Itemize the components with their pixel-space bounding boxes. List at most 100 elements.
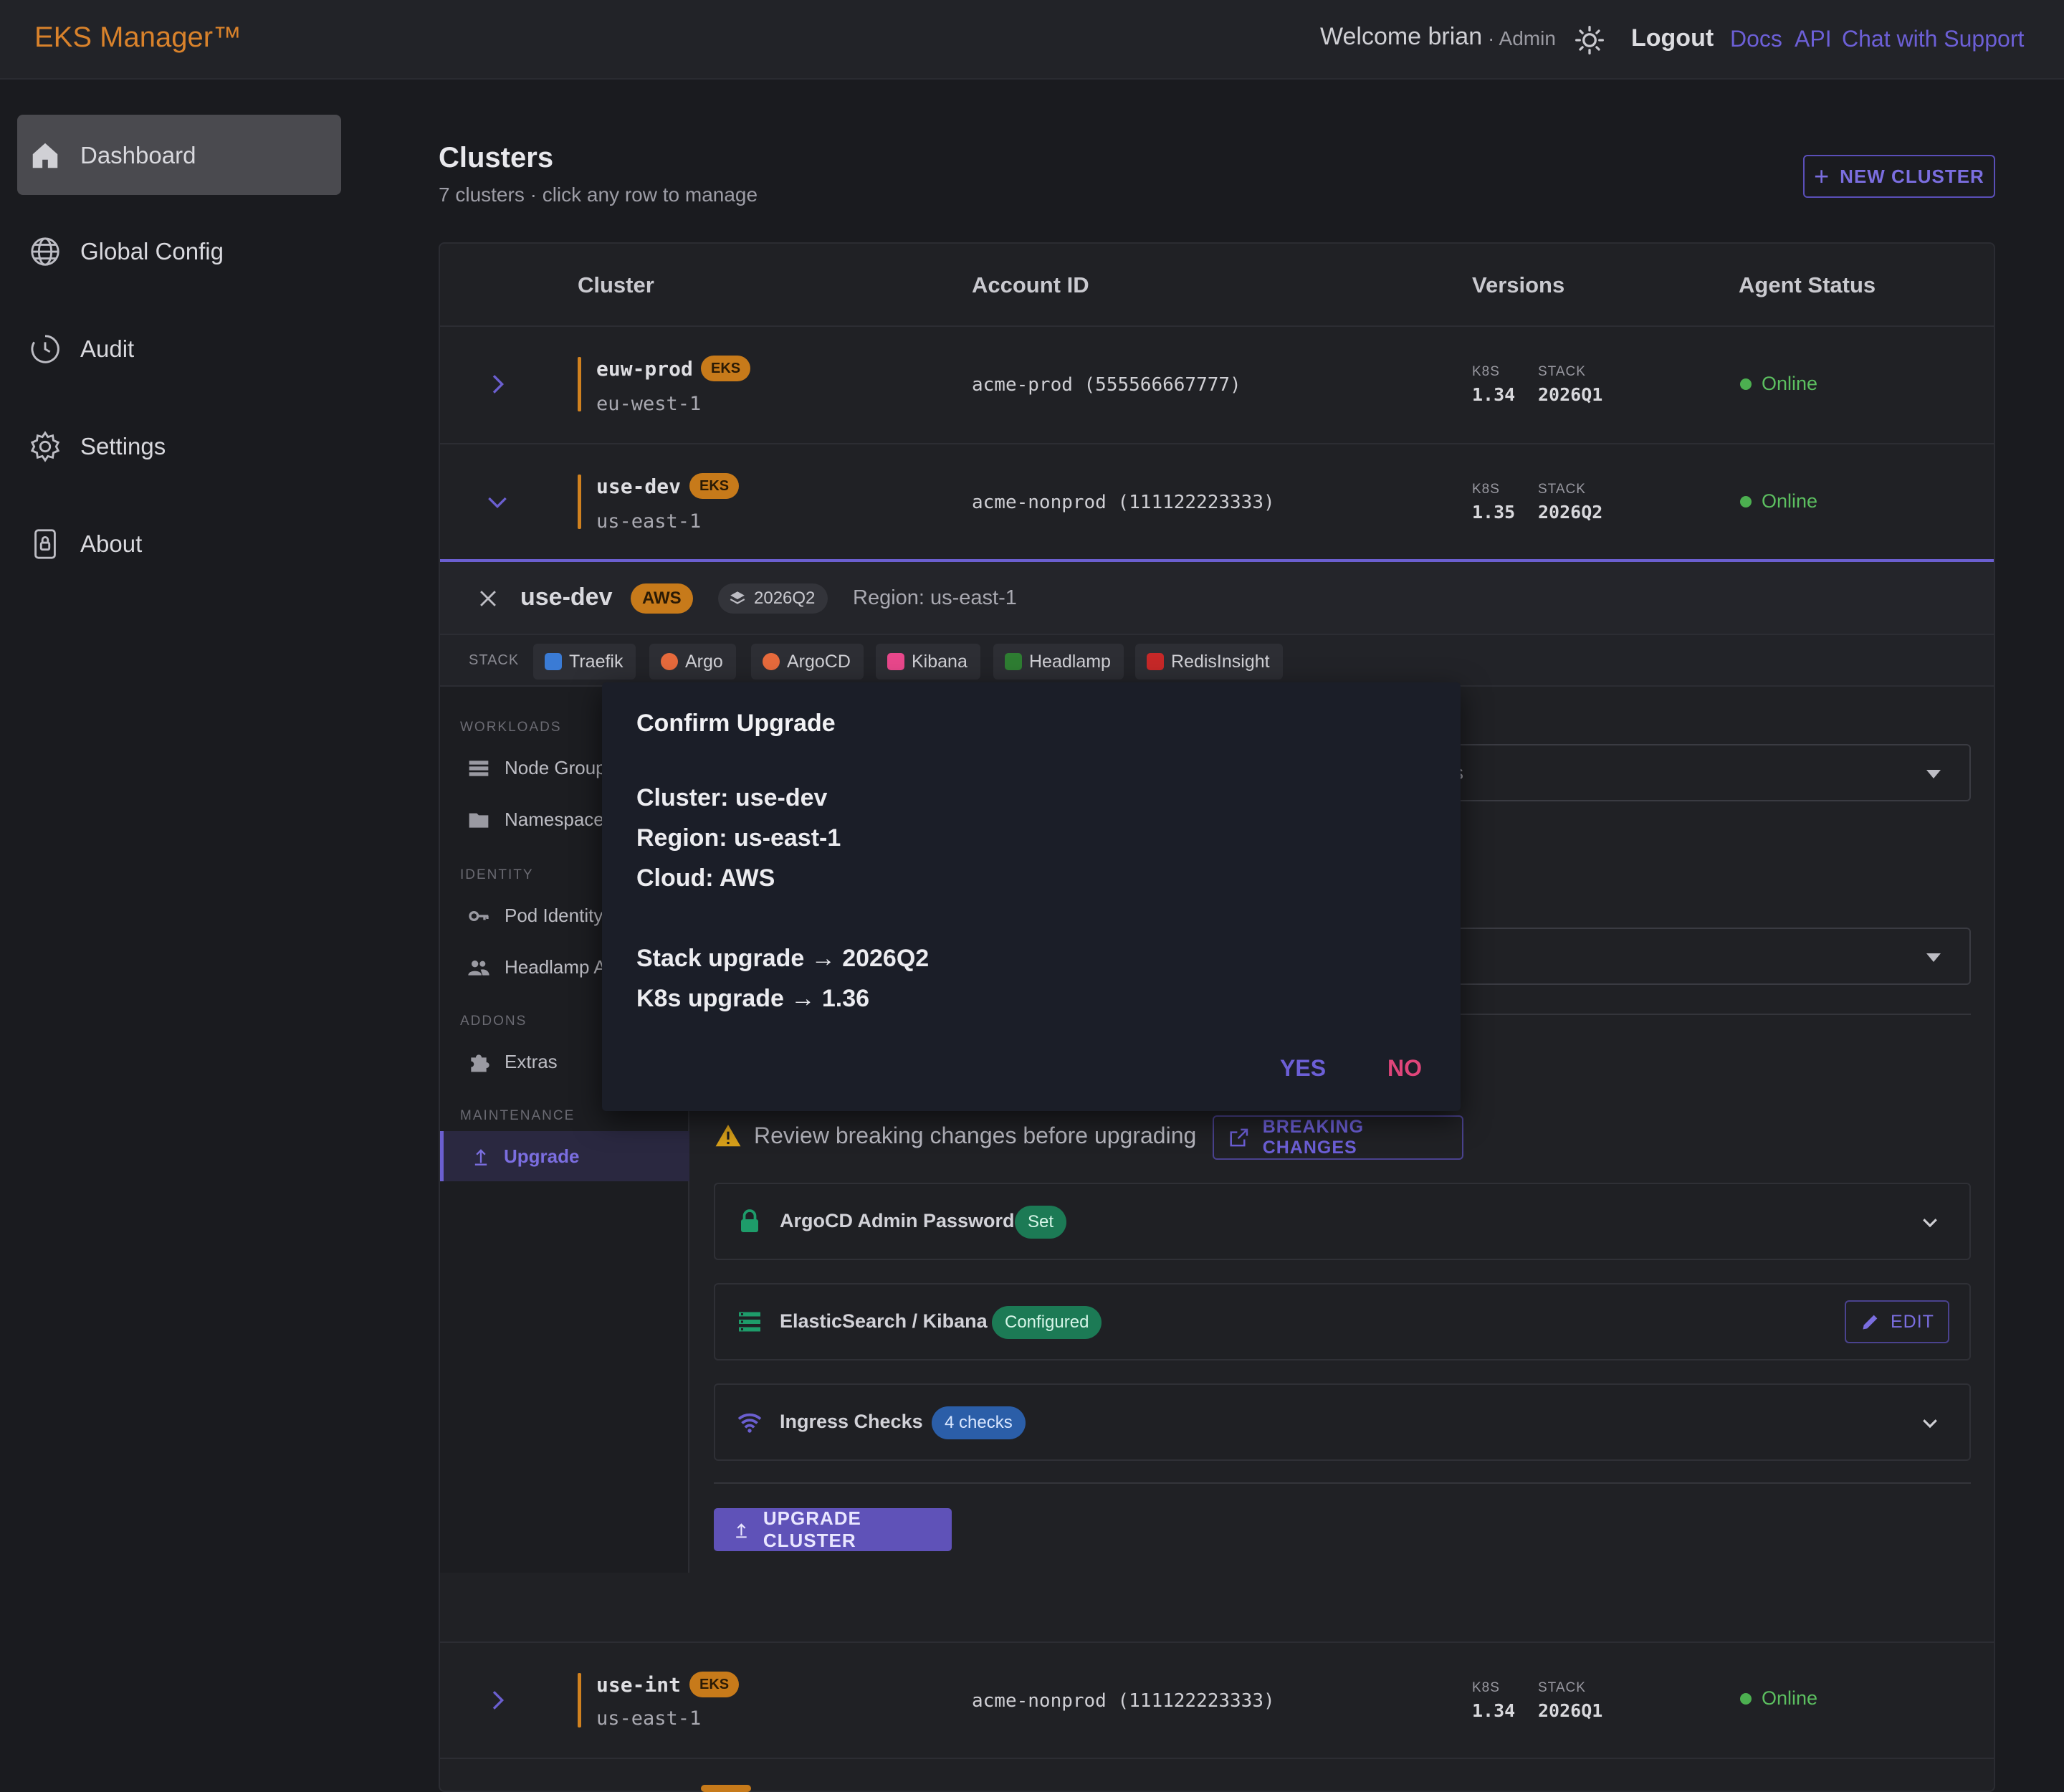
stack-chip-redisinsight[interactable]: RedisInsight xyxy=(1135,644,1283,680)
lock-icon xyxy=(741,1209,758,1232)
cluster-name: use-int xyxy=(596,1673,682,1697)
upgrade-cluster-button[interactable]: UPGRADE CLUSTER xyxy=(714,1507,952,1551)
nav-node-groups[interactable]: Node Groups xyxy=(505,757,616,779)
upgrade-arrow-icon xyxy=(736,1523,747,1538)
agent-status: Online xyxy=(1762,490,1818,512)
theme-toggle-icon[interactable] xyxy=(1574,24,1605,56)
sidebar-item-global-config[interactable]: Global Config xyxy=(17,211,341,291)
confirm-upgrade-dialog: Confirm Upgrade Cluster: use-dev Region:… xyxy=(602,682,1461,1111)
api-link[interactable]: API xyxy=(1795,26,1832,52)
nav-extras[interactable]: Extras xyxy=(505,1051,558,1073)
k8s-version-select[interactable] xyxy=(1430,928,1971,985)
stack-label: STACK xyxy=(1538,364,1586,379)
eks-badge: EKS xyxy=(689,473,740,499)
sidebar-item-label: Settings xyxy=(80,433,166,459)
section-addons: ADDONS xyxy=(460,1014,527,1029)
k8s-label: K8S xyxy=(1472,1680,1500,1695)
k8s-version: 1.35 xyxy=(1472,502,1516,523)
warning-icon xyxy=(715,1125,741,1147)
chevron-down-icon[interactable] xyxy=(483,487,512,516)
pencil-icon xyxy=(1863,1315,1878,1330)
accordion-title: ArgoCD Admin Password xyxy=(780,1210,1015,1231)
status-dot xyxy=(1740,1693,1752,1705)
brand-logo[interactable]: EKS Manager™ xyxy=(34,22,242,54)
row-divider xyxy=(440,443,1994,444)
column-header-status[interactable]: Agent Status xyxy=(1739,272,1876,298)
dialog-region: Region: us-east-1 xyxy=(636,824,841,852)
caret-down-icon xyxy=(1926,953,1941,962)
list-icon xyxy=(469,761,489,776)
key-icon xyxy=(469,911,489,921)
stack-version-select[interactable]: s xyxy=(1430,744,1971,801)
section-divider xyxy=(1430,1014,1971,1015)
stack-chip-argocd[interactable]: ArgoCD xyxy=(751,644,864,680)
stack-chip-argo[interactable]: Argo xyxy=(649,644,736,680)
folder-icon xyxy=(469,813,489,828)
cluster-detail-header: use-dev AWS 2026Q2 Region: us-east-1 xyxy=(440,562,1994,635)
sidebar-item-about[interactable]: About xyxy=(17,503,341,583)
caret-down-icon xyxy=(1926,770,1941,778)
breaking-warning-text: Review breaking changes before upgrading xyxy=(754,1123,1197,1148)
argocd-icon xyxy=(763,653,780,670)
dialog-k8s-upgrade: K8s upgrade → 1.36 xyxy=(636,985,870,1012)
k8s-label: K8S xyxy=(1472,364,1500,379)
stack-chip-kibana[interactable]: Kibana xyxy=(876,644,980,680)
edit-button[interactable]: EDIT xyxy=(1845,1300,1949,1343)
close-icon[interactable] xyxy=(476,586,500,611)
logout-button[interactable]: Logout xyxy=(1631,24,1714,52)
chat-support-link[interactable]: Chat with Support xyxy=(1842,26,2024,52)
breaking-changes-button[interactable]: BREAKING CHANGES xyxy=(1213,1115,1463,1160)
accordion-elasticsearch[interactable]: ElasticSearch / Kibana Configured EDIT xyxy=(714,1283,1971,1360)
sidebar-item-audit[interactable]: Audit xyxy=(17,308,341,389)
cloud-badge: AWS xyxy=(631,583,693,614)
accordion-argocd-password[interactable]: ArgoCD Admin Password Set xyxy=(714,1183,1971,1260)
detail-cluster-name: use-dev xyxy=(520,583,613,611)
user-role: · Admin xyxy=(1488,27,1556,49)
confirm-yes-button[interactable]: YES xyxy=(1280,1055,1326,1082)
column-header-cluster[interactable]: Cluster xyxy=(578,272,654,298)
clock-icon xyxy=(31,335,59,363)
eks-badge-partial xyxy=(701,1785,751,1792)
storage-icon xyxy=(739,1312,760,1332)
chevron-right-icon[interactable] xyxy=(483,370,512,399)
confirm-no-button[interactable]: NO xyxy=(1387,1055,1422,1082)
traefik-icon xyxy=(545,653,562,670)
checks-count-badge: 4 checks xyxy=(932,1406,1026,1439)
section-identity: IDENTITY xyxy=(460,867,534,882)
stack-chips-label: STACK xyxy=(469,652,520,668)
nav-namespaces[interactable]: Namespaces xyxy=(505,809,613,831)
agent-status: Online xyxy=(1762,1687,1818,1709)
nav-pod-identity[interactable]: Pod Identity xyxy=(505,905,603,927)
column-header-versions[interactable]: Versions xyxy=(1472,272,1564,298)
status-badge: Configured xyxy=(992,1306,1102,1339)
row-divider xyxy=(440,1758,1994,1759)
gear-icon xyxy=(30,431,60,462)
chip-label: Headlamp xyxy=(1029,651,1111,672)
accordion-title: ElasticSearch / Kibana xyxy=(780,1310,988,1332)
account-id: acme-prod (555566667777) xyxy=(972,374,1241,396)
home-icon xyxy=(32,143,58,168)
breaking-changes-label: BREAKING CHANGES xyxy=(1262,1117,1365,1158)
docs-link[interactable]: Docs xyxy=(1730,26,1782,52)
sidebar-item-settings[interactable]: Settings xyxy=(17,406,341,486)
nav-upgrade[interactable]: Upgrade xyxy=(440,1131,689,1181)
new-cluster-button[interactable]: + NEW CLUSTER xyxy=(1803,155,1995,198)
chip-label: RedisInsight xyxy=(1171,651,1270,672)
globe-icon xyxy=(31,237,59,266)
chip-label: Traefik xyxy=(569,651,624,672)
column-header-account[interactable]: Account ID xyxy=(972,272,1089,298)
eks-badge: EKS xyxy=(689,1672,740,1697)
stack-chip-headlamp[interactable]: Headlamp xyxy=(993,644,1124,680)
cluster-region: eu-west-1 xyxy=(596,393,702,415)
sidebar-item-dashboard[interactable]: Dashboard xyxy=(17,115,341,195)
redisinsight-icon xyxy=(1147,653,1164,670)
chevron-down-icon[interactable] xyxy=(1919,1211,1941,1233)
stack-chip-traefik[interactable]: Traefik xyxy=(533,644,636,680)
cluster-accent-bar xyxy=(578,1673,581,1727)
upgrade-cluster-label: UPGRADE CLUSTER xyxy=(763,1507,861,1551)
chevron-down-icon[interactable] xyxy=(1919,1412,1941,1434)
dialog-title: Confirm Upgrade xyxy=(636,710,836,737)
chip-label: Argo xyxy=(685,651,723,672)
accordion-ingress-checks[interactable]: Ingress Checks 4 checks xyxy=(714,1383,1971,1461)
chevron-right-icon[interactable] xyxy=(483,1686,512,1715)
